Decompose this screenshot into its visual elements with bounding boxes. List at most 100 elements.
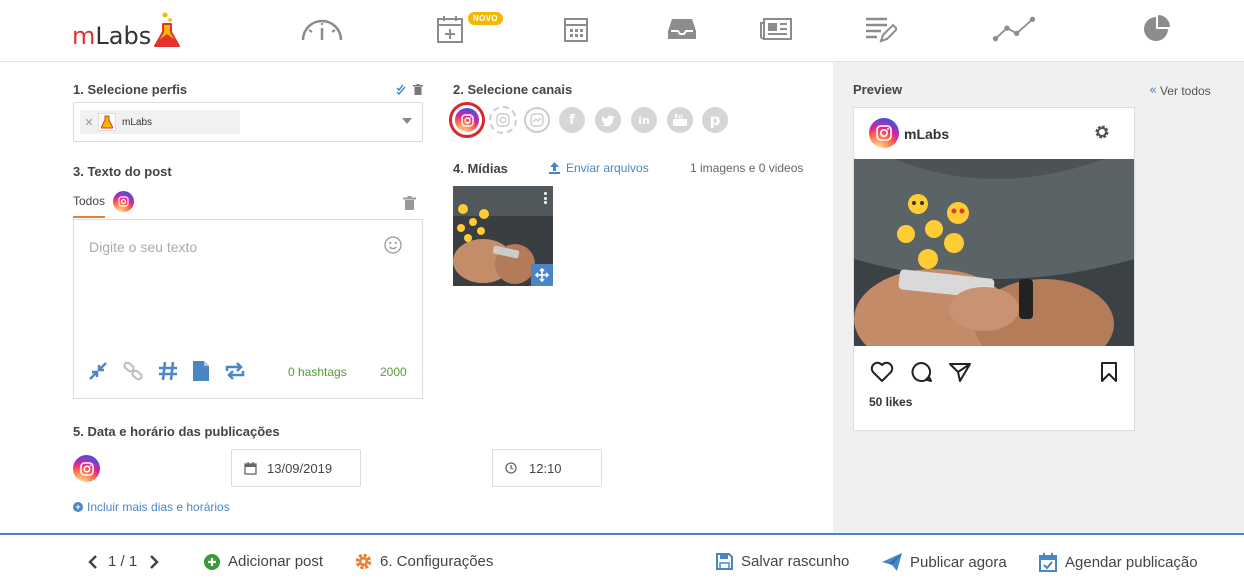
shorten-icon[interactable] — [88, 361, 108, 386]
time-value: 12:10 — [529, 460, 562, 476]
add-more-dates-link[interactable]: + Incluir mais dias e horários — [73, 500, 230, 514]
see-all-label: Ver todos — [1159, 83, 1211, 98]
hashtag-count: 0 hashtags — [288, 365, 347, 379]
inbox-icon[interactable] — [660, 12, 704, 46]
publish-now-label: Publicar agora — [910, 553, 1007, 571]
youtube-icon[interactable] — [667, 107, 693, 133]
clear-text-trash-icon[interactable] — [403, 196, 416, 215]
trash-icon[interactable] — [413, 82, 423, 100]
repost-icon[interactable] — [224, 362, 246, 385]
logo-m: m — [72, 22, 96, 50]
pager: 1 / 1 — [88, 553, 159, 570]
new-badge: NOVO — [468, 12, 503, 25]
newspaper-icon[interactable] — [754, 12, 798, 46]
upload-files-link[interactable]: Enviar arquivos — [549, 161, 649, 175]
chevron-down-icon[interactable] — [402, 118, 412, 124]
see-all-link[interactable]: « Ver todos — [1149, 83, 1211, 98]
calendar-icon[interactable] — [554, 12, 598, 46]
add-post-button[interactable]: Adicionar post — [204, 553, 323, 570]
pinterest-icon[interactable]: p — [702, 107, 728, 133]
profile-actions — [396, 82, 423, 100]
save-draft-label: Salvar rascunho — [741, 553, 850, 570]
channels-title: 2. Selecione canais — [453, 82, 573, 97]
char-count: 2000 — [380, 365, 407, 379]
schedule-post-label: Agendar publicação — [1065, 554, 1198, 571]
instagram-story-icon[interactable] — [489, 106, 517, 134]
instagram-icon — [455, 108, 479, 132]
linkedin-icon[interactable]: in — [631, 107, 657, 133]
pie-chart-icon[interactable] — [1134, 12, 1178, 46]
preview-title: Preview — [853, 82, 903, 97]
schedule-instagram-icon — [73, 455, 100, 482]
media-thumbnail[interactable] — [453, 186, 553, 286]
logo-labs: Labs — [95, 22, 152, 50]
gear-icon[interactable] — [1094, 124, 1110, 145]
check-all-icon[interactable] — [396, 82, 407, 100]
upload-icon — [549, 162, 560, 174]
calendar-check-icon — [1039, 553, 1057, 572]
plus-circle-green-icon — [204, 553, 220, 570]
tab-instagram-icon[interactable] — [113, 191, 134, 212]
text-toolbar — [88, 360, 246, 387]
flask-icon — [154, 12, 181, 47]
remove-profile-icon[interactable]: ✕ — [80, 116, 98, 129]
emoji-icon[interactable] — [384, 236, 402, 259]
upload-files-label: Enviar arquivos — [566, 161, 649, 175]
share-icon[interactable] — [948, 361, 972, 388]
chevron-left-icon[interactable] — [88, 554, 98, 569]
bookmark-icon[interactable] — [1100, 361, 1118, 388]
line-chart-icon[interactable] — [992, 12, 1036, 46]
settings-button[interactable]: 6. Configurações — [355, 553, 493, 570]
file-icon[interactable] — [192, 360, 210, 387]
plus-circle-icon: + — [73, 502, 83, 512]
double-chevron-left-icon: « — [1149, 83, 1157, 98]
preview-image — [854, 159, 1134, 346]
instagram-message-icon[interactable] — [524, 107, 550, 133]
dashboard-gauge-icon[interactable] — [300, 12, 344, 46]
post-text-area[interactable]: Digite o seu texto 0 hashtags 2000 — [73, 219, 423, 399]
schedule-title: 5. Data e horário das publicações — [73, 424, 280, 439]
channel-instagram-selected[interactable] — [449, 102, 485, 138]
comment-icon[interactable] — [910, 361, 933, 388]
floppy-disk-icon — [716, 553, 733, 570]
chevron-right-icon[interactable] — [149, 554, 159, 569]
profiles-title: 1. Selecione perfis — [73, 82, 188, 97]
date-input[interactable]: 13/09/2019 — [231, 449, 361, 487]
publish-now-button[interactable]: Publicar agora — [882, 553, 1007, 571]
profile-logo-icon — [98, 113, 116, 131]
post-text-placeholder: Digite o seu texto — [89, 239, 198, 255]
pager-label: 1 / 1 — [108, 553, 138, 570]
schedule-post-button[interactable]: Agendar publicação — [1039, 553, 1198, 572]
tab-all[interactable]: Todos — [73, 194, 105, 208]
date-value: 13/09/2019 — [267, 460, 333, 476]
instagram-preview-card: mLabs 50 likes — [853, 107, 1135, 431]
preview-instagram-avatar-icon — [869, 118, 899, 148]
media-title: 4. Mídias — [453, 161, 508, 176]
hashtag-icon[interactable] — [158, 361, 178, 386]
profile-select[interactable]: ✕ mLabs — [73, 102, 423, 142]
gear-orange-icon — [355, 553, 372, 570]
facebook-icon[interactable]: f — [559, 107, 585, 133]
top-navbar: m Labs NOVO — [0, 0, 1244, 62]
twitter-icon[interactable] — [595, 107, 621, 133]
calendar-plus-icon[interactable] — [428, 12, 472, 46]
heart-icon[interactable] — [870, 361, 894, 388]
time-input[interactable]: 12:10 — [492, 449, 602, 487]
more-options-icon[interactable] — [544, 192, 547, 204]
preview-account-name: mLabs — [904, 126, 950, 142]
post-text-title: 3. Texto do post — [73, 164, 172, 179]
link-icon[interactable] — [122, 361, 144, 386]
add-post-label: Adicionar post — [228, 553, 324, 570]
add-more-dates-label: Incluir mais dias e horários — [87, 500, 230, 514]
paper-plane-icon — [882, 553, 902, 571]
profile-chip: ✕ mLabs — [80, 110, 240, 134]
tab-active-indicator — [73, 216, 105, 218]
clock-icon — [505, 462, 517, 474]
mlabs-logo[interactable]: m Labs — [72, 6, 181, 50]
bottom-action-bar: 1 / 1 Adicionar post 6. Configurações Sa… — [0, 533, 1244, 588]
media-count: 1 imagens e 0 videos — [690, 161, 804, 175]
move-icon[interactable] — [531, 264, 553, 286]
profile-name: mLabs — [122, 116, 153, 128]
save-draft-button[interactable]: Salvar rascunho — [716, 553, 849, 570]
report-edit-icon[interactable] — [858, 12, 902, 46]
